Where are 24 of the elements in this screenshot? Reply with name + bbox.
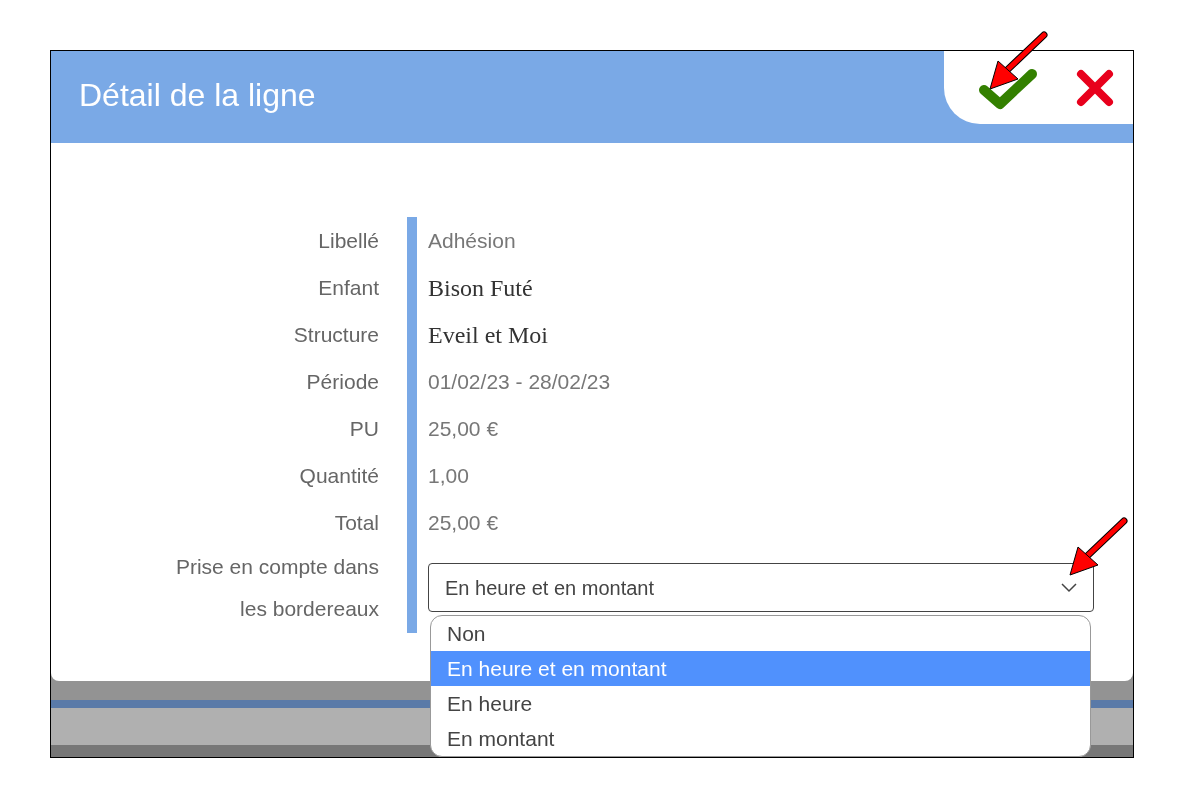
dropdown-option[interactable]: En heure xyxy=(431,686,1090,721)
dialog-title: Détail de la ligne xyxy=(79,76,316,115)
annotation-arrow xyxy=(1066,517,1128,579)
close-icon xyxy=(1074,67,1115,108)
select-field[interactable]: En heure et en montant xyxy=(428,563,1094,612)
field-value: 1,00 xyxy=(428,462,469,489)
dropdown-option[interactable]: Non xyxy=(431,616,1090,651)
dropdown-option[interactable]: En montant xyxy=(431,721,1090,756)
field-label: Total xyxy=(334,509,379,536)
field-label: Libellé xyxy=(318,227,379,254)
field-value: 25,00 € xyxy=(428,415,499,442)
field-label: Prise en compte dans xyxy=(175,554,379,581)
field-value: 01/02/23 - 28/02/23 xyxy=(428,368,611,395)
field-value: Eveil et Moi xyxy=(428,320,548,350)
chevron-down-icon xyxy=(1061,582,1077,593)
field-value: 25,00 € xyxy=(428,509,499,536)
field-label: Période xyxy=(306,368,379,395)
field-label: PU xyxy=(349,415,379,442)
field-label: Structure xyxy=(293,321,379,348)
field-label: Enfant xyxy=(318,274,379,301)
field-value: Adhésion xyxy=(428,227,516,254)
field-label: les bordereaux xyxy=(240,596,379,623)
field-label: Quantité xyxy=(299,462,379,489)
field-value: Bison Futé xyxy=(428,273,533,303)
